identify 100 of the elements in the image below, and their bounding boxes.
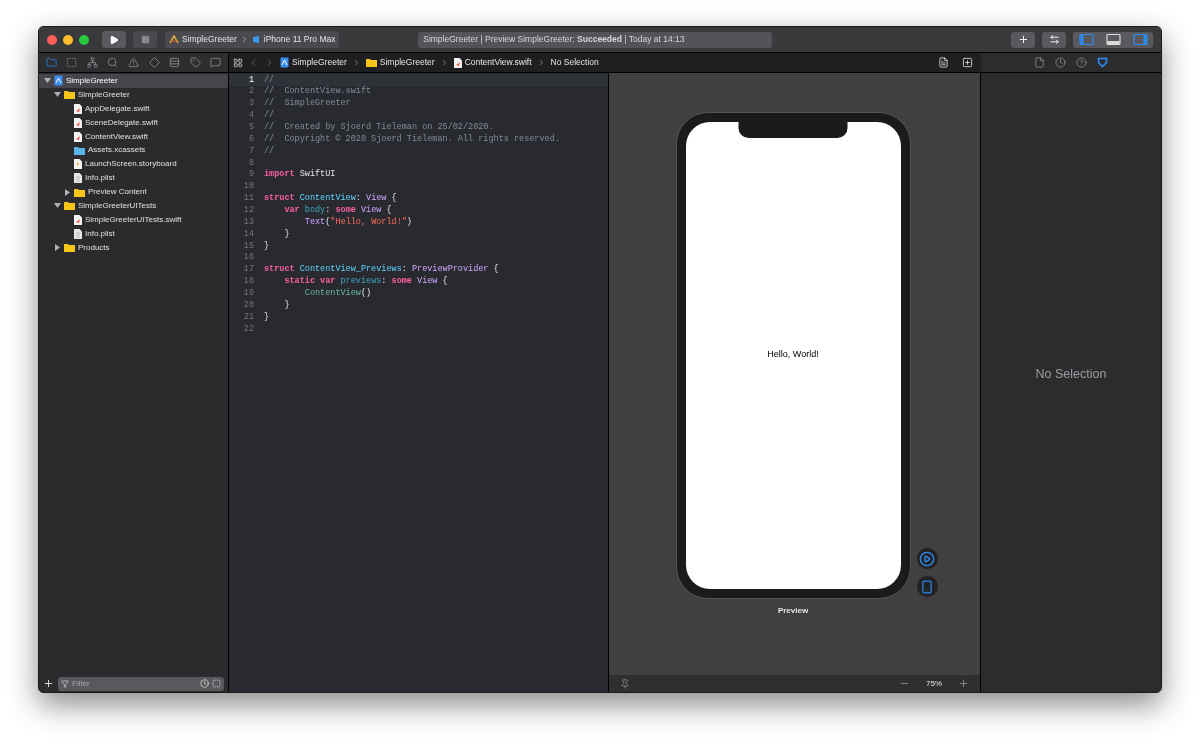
file-name: Assets.xcassets <box>88 144 146 157</box>
square-icon[interactable] <box>66 57 78 68</box>
line-number: 20 <box>242 298 255 312</box>
run-button[interactable] <box>102 31 126 48</box>
file-tree-row[interactable]: SimpleGreeter <box>39 74 228 88</box>
file-name: SimpleGreeter <box>66 74 118 87</box>
device-icon <box>251 35 261 44</box>
disclosure-triangle-icon[interactable] <box>43 77 51 85</box>
filter-box[interactable]: Filter <box>58 676 224 691</box>
plus-icon <box>1017 34 1029 45</box>
empty-message: No Selection <box>1035 366 1107 384</box>
pin-icon[interactable] <box>620 678 630 689</box>
code-text: // <box>264 109 275 122</box>
filter-icon <box>61 679 69 688</box>
breadcrumb[interactable]: No Selection <box>550 56 599 69</box>
project-icon <box>54 75 63 87</box>
code-text: } <box>283 298 290 312</box>
device-preview-button[interactable] <box>916 576 938 597</box>
greeting-text: Hello, World! <box>767 347 819 361</box>
disclosure-triangle-icon[interactable] <box>63 188 71 196</box>
speech-bubble-icon[interactable] <box>210 57 222 68</box>
file-icon[interactable] <box>1034 57 1045 68</box>
breadcrumb[interactable]: ContentView.swift <box>453 56 532 69</box>
add-editor-icon[interactable] <box>962 57 973 68</box>
line-number: 13 <box>242 215 255 229</box>
phone-icon <box>920 579 934 594</box>
folder-icon[interactable] <box>45 57 57 68</box>
file-tree-row[interactable]: AppDelegate.swift <box>39 101 228 116</box>
breadcrumb[interactable]: SimpleGreeter <box>280 56 347 69</box>
file-tree-row[interactable]: Preview Content <box>39 185 228 199</box>
play-icon <box>109 34 119 45</box>
file-tree-row[interactable]: SceneDelegate.swift <box>39 115 228 130</box>
file-name: Info.plist <box>85 227 115 240</box>
swift-file-icon <box>74 103 82 114</box>
disclosure-triangle-icon[interactable] <box>53 244 61 252</box>
square-icon[interactable] <box>212 679 221 688</box>
file-tree-row[interactable]: SimpleGreeterUITests.swift <box>39 212 228 227</box>
file-tree-row[interactable]: Assets.xcassets <box>39 143 228 158</box>
disclosure-triangle-icon[interactable] <box>53 202 61 210</box>
stop-button[interactable] <box>133 31 157 48</box>
editor-options-icon[interactable] <box>938 57 949 68</box>
tag-icon[interactable] <box>189 57 201 68</box>
zoom-window-button[interactable] <box>79 34 89 45</box>
app-icon <box>169 35 179 44</box>
line-number: 21 <box>242 310 255 324</box>
line-number: 6 <box>247 132 255 146</box>
grid-icon[interactable] <box>233 57 243 68</box>
clock-icon[interactable] <box>1055 57 1066 68</box>
file-name: SimpleGreeterUITests <box>78 199 157 212</box>
swift-file-icon <box>74 131 82 142</box>
plist-file-icon <box>74 228 82 239</box>
plist-file-icon <box>74 173 82 184</box>
line-number: 2 <box>247 85 255 99</box>
code-text: ContentView() <box>303 287 372 300</box>
shield-icon[interactable] <box>1097 57 1108 68</box>
help-icon[interactable] <box>1076 57 1087 68</box>
file-tree-row[interactable]: Products <box>39 240 228 255</box>
folder-icon <box>74 187 85 197</box>
line-number: 10 <box>242 180 255 194</box>
zoom-in-icon[interactable] <box>958 678 969 689</box>
line-number: 17 <box>242 263 255 277</box>
search-icon[interactable] <box>107 57 119 68</box>
swap-button[interactable] <box>1042 31 1066 48</box>
folder-icon <box>64 201 75 211</box>
live-preview-button[interactable] <box>916 548 938 569</box>
swift-file-icon <box>74 117 82 128</box>
line-number: 12 <box>242 204 255 217</box>
line-number: 9 <box>247 168 255 182</box>
file-tree-row[interactable]: Info.plist <box>39 226 228 241</box>
destination-name: iPhone 11 Pro Max <box>263 33 336 46</box>
diamond-icon[interactable] <box>148 57 160 68</box>
disclosure-triangle-icon[interactable] <box>53 91 61 99</box>
scheme-name: SimpleGreeter <box>182 33 237 46</box>
swift-file-icon <box>74 214 82 225</box>
file-tree-row[interactable]: SimpleGreeter <box>39 87 228 102</box>
code-text: import SwiftUI <box>264 168 336 182</box>
hierarchy-icon[interactable] <box>86 57 98 68</box>
code-text: } <box>264 239 270 253</box>
add-button[interactable] <box>1011 31 1035 48</box>
file-name: SceneDelegate.swift <box>85 116 158 129</box>
scheme-selector[interactable]: SimpleGreeter iPhone 11 Pro Max <box>165 31 340 48</box>
line-number: 11 <box>242 192 255 205</box>
project-icon <box>280 57 289 68</box>
file-name: AppDelegate.swift <box>85 102 150 115</box>
file-name: Info.plist <box>85 172 115 185</box>
code-text: struct ContentView: View { <box>264 192 397 205</box>
warning-icon[interactable] <box>127 57 139 68</box>
preview-caption: Preview <box>777 605 809 617</box>
add-icon[interactable] <box>43 678 54 689</box>
minimize-window-button[interactable] <box>63 34 73 45</box>
file-tree-row[interactable]: ContentView.swift <box>39 129 228 144</box>
file-tree-row[interactable]: SimpleGreeterUITests <box>39 199 228 213</box>
rows-icon[interactable] <box>169 57 181 68</box>
line-number: 4 <box>247 109 255 122</box>
code-text: // SimpleGreeter <box>264 97 351 110</box>
close-window-button[interactable] <box>47 34 57 45</box>
breadcrumb[interactable]: SimpleGreeter <box>365 56 435 69</box>
file-tree-row[interactable]: LaunchScreen.storyboard <box>39 157 228 172</box>
assets-folder-icon <box>74 145 85 155</box>
file-tree-row[interactable]: Info.plist <box>39 171 228 186</box>
